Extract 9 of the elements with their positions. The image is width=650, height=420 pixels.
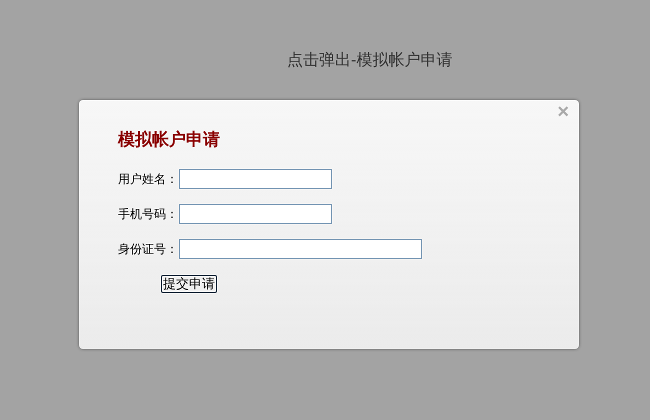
input-field[interactable]	[179, 204, 332, 224]
submit-button[interactable]: 提交申请	[161, 275, 217, 293]
input-field[interactable]	[179, 169, 332, 189]
field-label: 用户姓名：	[118, 171, 179, 188]
dialog-title: 模拟帐户申请	[118, 129, 221, 151]
field-label: 身份证号：	[118, 241, 179, 258]
popup-link[interactable]: 点击弹出-模拟帐户申请	[287, 52, 452, 69]
input-field[interactable]	[179, 239, 422, 259]
field-label: 手机号码：	[118, 206, 179, 223]
